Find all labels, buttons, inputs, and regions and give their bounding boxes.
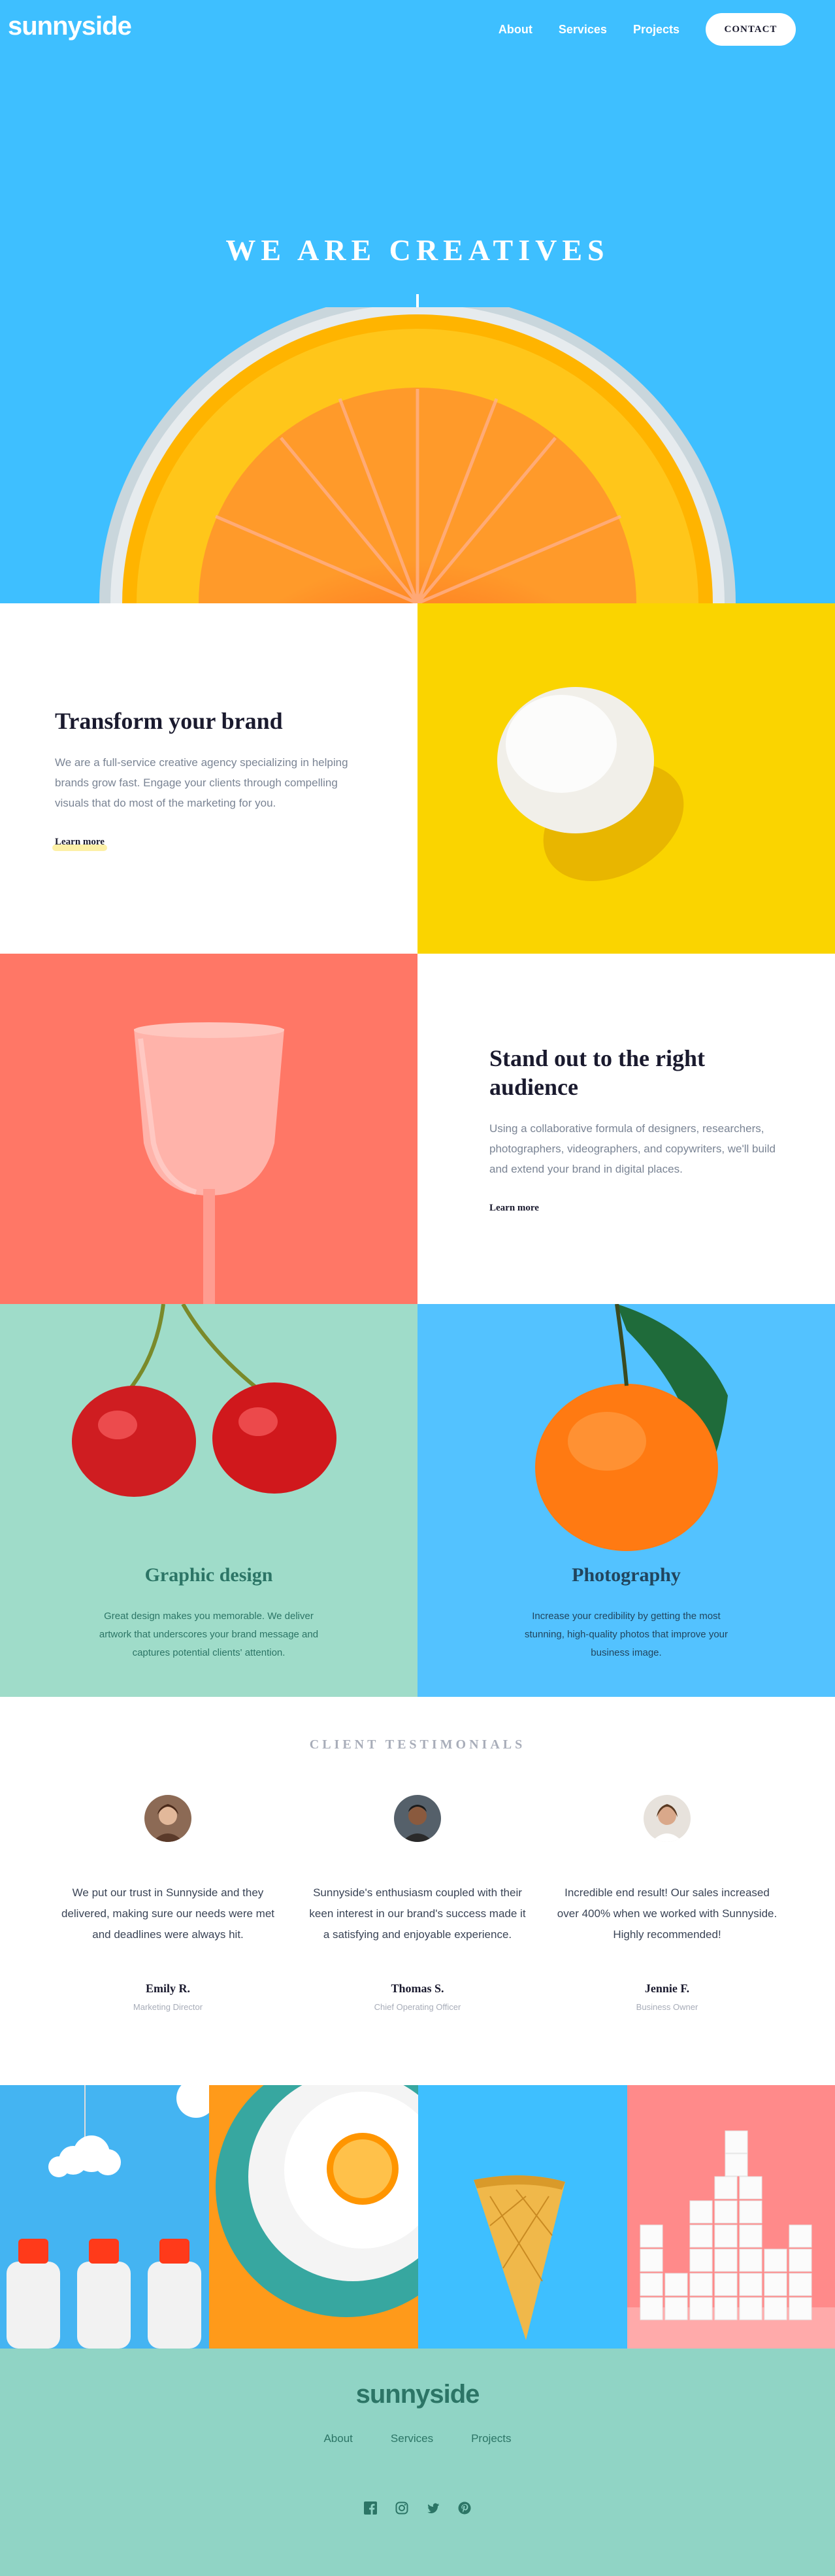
feature-text: Using a collaborative formula of designe… [489,1122,776,1175]
testimonial-quote: We put our trust in Sunnyside and they d… [61,1886,274,1941]
hero-orange-image [99,307,736,603]
social-links [0,2501,835,2515]
egg-image [418,603,835,954]
feature-title: Transform your brand [55,708,283,734]
logo[interactable]: sunnyside [8,12,132,41]
gallery-orange-plate-image [209,2085,418,2349]
gallery-milk-bottles-image [0,2085,209,2349]
nav-link-projects[interactable]: Projects [633,14,679,45]
footer-link-projects[interactable]: Projects [471,2432,511,2445]
footer-link-about[interactable]: About [323,2432,352,2445]
testimonial-card: Incredible end result! Our sales increas… [556,1795,778,2012]
footer: sunnyside About Services Projects [0,2349,835,2576]
service-photography: Photography Increase your credibility by… [418,1304,835,1697]
feature-audience-section: Stand out to the right audience Using a … [418,954,835,1304]
learn-more-link[interactable]: Learn more [52,837,107,851]
testimonials-section: CLIENT TESTIMONIALS We put our trust in … [0,1697,835,2085]
nav-link-about[interactable]: About [499,14,532,45]
gallery-sugar-cubes-image [627,2085,835,2349]
avatar [644,1795,691,1842]
avatar [394,1795,441,1842]
pinterest-icon[interactable] [458,2501,471,2515]
instagram-icon[interactable] [395,2501,408,2515]
testimonial-quote: Sunnyside's enthusiasm coupled with thei… [309,1886,526,1941]
nav-link-services[interactable]: Services [559,14,607,45]
facebook-icon[interactable] [364,2501,377,2515]
testimonial-role: Business Owner [636,2002,698,2012]
main-nav: About Services Projects CONTACT [472,13,796,46]
feature-brand-section: Transform your brand We are a full-servi… [0,603,418,954]
testimonial-name: Thomas S. [391,1982,444,1995]
footer-nav: About Services Projects [0,2432,835,2445]
testimonial-card: We put our trust in Sunnyside and they d… [57,1795,279,2012]
testimonial-name: Jennie F. [644,1982,690,1995]
hero-title: WE ARE CREATIVES [225,233,610,267]
contact-button[interactable]: CONTACT [706,13,796,46]
glass-image [0,954,418,1304]
testimonial-role: Marketing Director [133,2002,203,2012]
testimonials-heading: CLIENT TESTIMONIALS [309,1737,526,1752]
service-title: Graphic design [144,1564,273,1586]
avatar [144,1795,191,1842]
service-title: Photography [572,1564,681,1586]
service-text: Great design makes you memorable. We del… [99,1611,319,1658]
service-graphic-design: Graphic design Great design makes you me… [0,1304,418,1697]
hero-section: sunnyside About Services Projects CONTAC… [0,0,835,603]
testimonial-card: Sunnyside's enthusiasm coupled with thei… [306,1795,529,2012]
testimonial-quote: Incredible end result! Our sales increas… [557,1886,778,1941]
feature-title: Stand out to the right audience [489,1045,706,1100]
footer-logo[interactable]: sunnyside [0,2380,835,2409]
learn-more-link[interactable]: Learn more [487,1203,542,1217]
testimonial-role: Chief Operating Officer [374,2002,461,2012]
footer-link-services[interactable]: Services [391,2432,433,2445]
twitter-icon[interactable] [427,2501,440,2515]
feature-text: We are a full-service creative agency sp… [55,756,348,809]
testimonial-name: Emily R. [145,1982,190,1995]
service-text: Increase your credibility by getting the… [524,1611,728,1658]
gallery-ice-cream-cone-image [418,2085,627,2349]
